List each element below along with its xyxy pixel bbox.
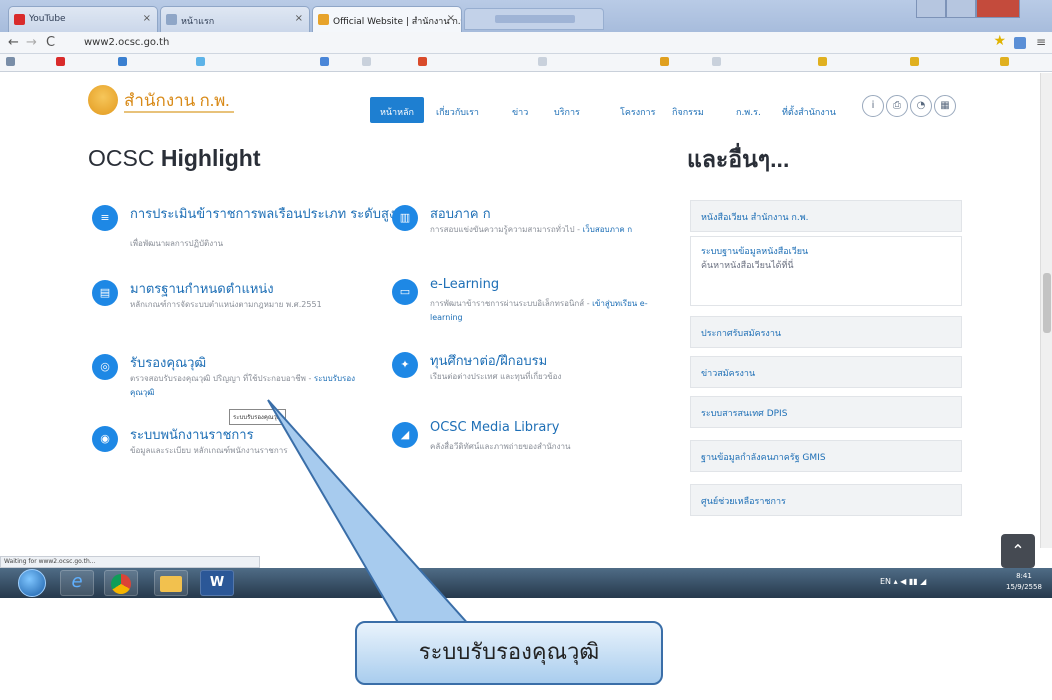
bookmark-item[interactable] [362,57,373,69]
bookmark-item[interactable] [418,57,429,69]
system-tray[interactable]: EN ▴ ◀ ▮▮ ◢ [880,577,926,586]
ocsc-favicon-icon [318,14,329,25]
sidebar-item-dpis[interactable]: ระบบสารสนเทศ DPIS [690,396,962,428]
bookmark-item[interactable] [118,57,129,69]
bookmark-item[interactable] [818,57,829,69]
library-icon: ◢ [392,422,418,448]
bookmark-item[interactable] [6,57,17,69]
highlight-heading: OCSC Highlight [88,145,261,171]
reload-icon[interactable]: C [46,35,55,50]
back-icon[interactable]: ← [8,35,19,50]
elearning-icon: ▭ [392,279,418,305]
back-to-top-button[interactable]: ⌃ [1001,534,1035,568]
browser-status-bar: Waiting for www2.ocsc.go.th... [0,556,260,568]
nav-item-services[interactable]: บริการ [554,97,580,123]
close-window-button[interactable] [976,0,1020,18]
bookmark-item[interactable] [320,57,331,69]
callout-box: ระบบรับรองคุณวุฒิ [355,621,663,685]
other-bookmarks[interactable] [1000,57,1011,69]
exam-a-link[interactable]: เว็บสอบภาค ก [583,225,633,234]
tab-home[interactable]: หน้าแรก × [160,6,310,32]
scroll-thumb[interactable] [1043,273,1051,333]
tab-youtube[interactable]: YouTube × [8,6,158,32]
sidebar-item-gmis[interactable]: ฐานข้อมูลกำลังคนภาครัฐ GMIS [690,440,962,472]
nav-item-activities[interactable]: กิจกรรม [672,97,704,123]
taskbar-clock[interactable]: 8:41 15/9/2558 [1006,571,1042,593]
nav-item-home[interactable]: หน้าหลัก [370,97,424,123]
url-field[interactable]: www2.ocsc.go.th [80,35,980,51]
sidebar-item-job-news[interactable]: ข่าวสมัครงาน [690,356,962,388]
nav-item-location[interactable]: ที่ตั้งสำนักงาน [782,97,836,123]
new-tab-button[interactable] [464,8,604,30]
word-icon[interactable]: W [200,570,234,596]
forward-icon[interactable]: → [26,35,37,50]
bookmark-item[interactable] [910,57,921,69]
page-icon [166,14,177,25]
sidebar-item-circulars[interactable]: หนังสือเวียน สำนักงาน ก.พ. [690,200,962,232]
bookmark-item[interactable] [56,57,67,69]
info-icon[interactable]: i [862,95,884,117]
sitemap-icon[interactable]: ▦ [934,95,956,117]
nav-item-news[interactable]: ข่าว [512,97,528,123]
ocsc-logo-icon[interactable] [88,85,118,115]
nav-item-about[interactable]: เกี่ยวกับเรา [436,97,479,123]
close-tab-icon[interactable]: × [143,13,151,24]
print-icon[interactable]: ⎙ [886,95,908,117]
browser-tab-strip: YouTube × หน้าแรก × Official Website | ส… [0,0,1052,32]
folder-icon[interactable] [154,570,188,596]
rss-icon[interactable]: ◔ [910,95,932,117]
nav-item-projects[interactable]: โครงการ [620,97,655,123]
chrome-icon[interactable] [104,570,138,596]
bookmark-item[interactable] [538,57,549,69]
tab-ocsc[interactable]: Official Website | สำนักงาน ก.พ. × [312,6,462,32]
site-header: สำนักงาน ก.พ. หน้าหลัก เกี่ยวกับเรา ข่าว… [0,73,1052,133]
list-icon: ≡ [92,205,118,231]
youtube-icon [14,14,25,25]
start-orb[interactable] [18,569,46,597]
bookmark-item[interactable] [712,57,723,69]
trash-icon: ▥ [392,205,418,231]
bookmark-item[interactable] [196,57,207,69]
ie-icon[interactable]: e [60,570,94,596]
extension-icon[interactable] [1014,37,1026,49]
browser-screenshot: YouTube × หน้าแรก × Official Website | ส… [0,0,1052,598]
sidebar-item-circular-db[interactable]: ระบบฐานข้อมูลหนังสือเวียน ค้นหาหนังสือเว… [690,236,962,306]
minimize-button[interactable] [916,0,946,18]
logo-underline [124,111,234,113]
bookmark-star-icon[interactable]: ★ [993,33,1006,49]
qualification-icon: ◎ [92,354,118,380]
windows-taskbar: e W EN ▴ ◀ ▮▮ ◢ 8:41 15/9/2558 [0,568,1052,598]
maximize-button[interactable] [946,0,976,18]
window-controls [916,0,1046,20]
sidebar-item-help-center[interactable]: ศูนย์ช่วยเหลือราชการ [690,484,962,516]
site-logo-text[interactable]: สำนักงาน ก.พ. [124,87,230,114]
sidebar-item-job-announcement[interactable]: ประกาศรับสมัครงาน [690,316,962,348]
others-heading: และอื่นๆ... [687,146,790,172]
scholarship-icon: ✦ [392,352,418,378]
page-scrollbar[interactable] [1040,73,1052,548]
close-tab-icon[interactable]: × [295,13,303,24]
bookmark-item[interactable] [660,57,671,69]
system-icon: ◉ [92,426,118,452]
menu-icon[interactable]: ≡ [1036,35,1046,49]
others-panel: หนังสือเวียน สำนักงาน ก.พ. ระบบฐานข้อมูล… [690,200,962,518]
close-tab-icon[interactable]: × [447,13,455,24]
nav-item-opdc[interactable]: ก.พ.ร. [736,97,761,123]
link-tooltip: ระบบรับรองคุณวุฒิ [229,409,287,425]
document-icon: ▤ [92,280,118,306]
address-bar-row: ← → C www2.ocsc.go.th ★ ≡ [0,32,1052,54]
figure-root: YouTube × หน้าแรก × Official Website | ส… [0,0,1052,700]
bookmarks-bar [0,54,1052,72]
